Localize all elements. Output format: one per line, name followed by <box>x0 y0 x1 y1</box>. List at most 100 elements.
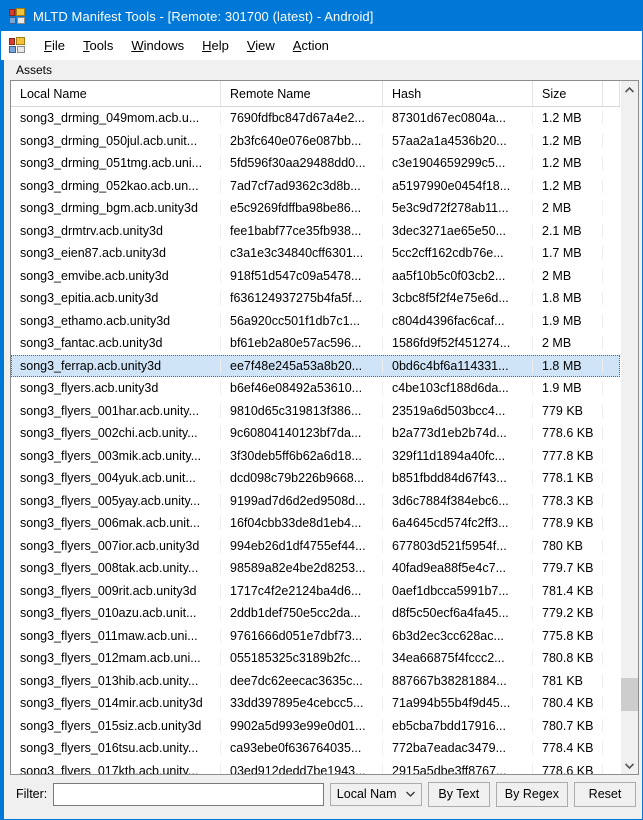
filter-label: Filter: <box>16 787 48 801</box>
cell-size: 780 KB <box>533 538 603 553</box>
filter-field-select[interactable]: Local Nam <box>329 782 422 806</box>
menu-item-tools[interactable]: Tools <box>74 34 122 57</box>
cell-remote-name: 3f30deb5ff6b62a6d18... <box>221 448 383 463</box>
cell-hash: 23519a6d503bcc4... <box>383 403 533 418</box>
cell-local-name: song3_flyers_009rit.acb.unity3d <box>11 583 221 598</box>
table-row[interactable]: song3_flyers_014mir.acb.unity3d 33dd39789… <box>11 692 620 715</box>
table-row[interactable]: song3_flyers_013hib.acb.unity... dee7dc62… <box>11 670 620 693</box>
listview-rows: song3_drming_049mom.acb.u... 7690fdfbc847… <box>11 107 620 774</box>
cell-remote-name: 98589a82e4be2d8253... <box>221 561 383 576</box>
cell-remote-name: bf61eb2a80e57ac596... <box>221 336 383 351</box>
table-row[interactable]: song3_flyers_004yuk.acb.unit... dcd098c79… <box>11 467 620 490</box>
cell-local-name: song3_drming_049mom.acb.u... <box>11 111 221 126</box>
cell-size: 779.2 KB <box>533 606 603 621</box>
cell-hash: 677803d521f5954f... <box>383 538 533 553</box>
cell-hash: eb5cba7bdd17916... <box>383 718 533 733</box>
by-regex-button[interactable]: By Regex <box>495 781 568 807</box>
table-row[interactable]: song3_flyers_010azu.acb.unit... 2ddb1def7… <box>11 602 620 625</box>
table-row[interactable]: song3_drmtrv.acb.unity3d fee1babf77ce35fb… <box>11 220 620 243</box>
cell-remote-name: 918f51d547c09a5478... <box>221 268 383 283</box>
table-row[interactable]: song3_flyers_002chi.acb.unity... 9c608041… <box>11 422 620 445</box>
table-row[interactable]: song3_eien87.acb.unity3d c3a1e3c34840cff6… <box>11 242 620 265</box>
table-row[interactable]: song3_flyers_017kth.acb.unity... 03ed912d… <box>11 760 620 774</box>
table-row[interactable]: song3_emvibe.acb.unity3d 918f51d547c09a54… <box>11 265 620 288</box>
cell-remote-name: 9199ad7d6d2ed9508d... <box>221 493 383 508</box>
cell-hash: 0aef1dbcca5991b7... <box>383 583 533 598</box>
table-row[interactable]: song3_flyers_012mam.acb.uni... 055185325c… <box>11 647 620 670</box>
cell-remote-name: fee1babf77ce35fb938... <box>221 223 383 238</box>
table-row[interactable]: song3_flyers_003mik.acb.unity... 3f30deb5… <box>11 445 620 468</box>
cell-size: 2.1 MB <box>533 223 603 238</box>
table-row[interactable]: song3_flyers_008tak.acb.unity... 98589a82… <box>11 557 620 580</box>
table-row[interactable]: song3_flyers_011maw.acb.uni... 9761666d05… <box>11 625 620 648</box>
menu-item-windows[interactable]: Windows <box>122 34 193 57</box>
scroll-down-arrow-icon[interactable] <box>621 757 638 774</box>
cell-hash: 887667b38281884... <box>383 673 533 688</box>
table-row[interactable]: song3_drming_051tmg.acb.uni... 5fd596f30a… <box>11 152 620 175</box>
title-bar[interactable]: MLTD Manifest Tools - [Remote: 301700 (l… <box>1 1 642 31</box>
scroll-up-arrow-icon[interactable] <box>621 81 638 98</box>
vertical-scrollbar[interactable] <box>620 81 638 774</box>
by-text-button[interactable]: By Text <box>427 781 490 807</box>
cell-hash: 2915a5dbe3ff8767... <box>383 763 533 774</box>
table-row[interactable]: song3_ferrap.acb.unity3d ee7f48e245a53a8b… <box>11 354 620 377</box>
cell-remote-name: 03ed912dedd7be1943... <box>221 763 383 774</box>
table-row[interactable]: song3_drming_050jul.acb.unit... 2b3fc640e… <box>11 130 620 153</box>
cell-size: 1.2 MB <box>533 156 603 171</box>
table-row[interactable]: song3_flyers_006mak.acb.unit... 16f04cbb3… <box>11 512 620 535</box>
cell-remote-name: dee7dc62eecac3635c... <box>221 673 383 688</box>
table-row[interactable]: song3_flyers_015siz.acb.unity3d 9902a5d99… <box>11 715 620 738</box>
cell-size: 777.8 KB <box>533 448 603 463</box>
reset-button[interactable]: Reset <box>574 781 636 807</box>
table-row[interactable]: song3_flyers.acb.unity3d b6ef46e08492a536… <box>11 377 620 400</box>
cell-remote-name: c3a1e3c34840cff6301... <box>221 246 383 261</box>
chevron-down-icon <box>405 789 415 799</box>
filter-bar: Filter: Local Nam By Text By Regex Reset <box>4 775 642 813</box>
scrollbar-thumb[interactable] <box>621 677 638 711</box>
menu-item-help-label: elp <box>211 37 229 53</box>
cell-local-name: song3_ethamo.acb.unity3d <box>11 313 221 328</box>
column-header-local-name[interactable]: Local Name <box>11 81 221 106</box>
cell-remote-name: 994eb26d1df4755ef44... <box>221 538 383 553</box>
table-row[interactable]: song3_drming_049mom.acb.u... 7690fdfbc847… <box>11 107 620 130</box>
menu-item-file[interactable]: File <box>35 34 74 57</box>
assets-listview[interactable]: Local Name Remote Name Hash Size song3_d… <box>10 80 639 775</box>
cell-local-name: song3_drming_bgm.acb.unity3d <box>11 201 221 216</box>
column-header-hash[interactable]: Hash <box>383 81 533 106</box>
cell-size: 778.9 KB <box>533 516 603 531</box>
cell-size: 775.8 KB <box>533 628 603 643</box>
table-row[interactable]: song3_flyers_005yay.acb.unity... 9199ad7d… <box>11 490 620 513</box>
cell-size: 779.7 KB <box>533 561 603 576</box>
filter-input[interactable] <box>53 782 324 806</box>
table-row[interactable]: song3_drming_052kao.acb.un... 7ad7cf7ad93… <box>11 175 620 198</box>
menu-item-help[interactable]: Help <box>193 34 238 57</box>
table-row[interactable]: song3_flyers_007ior.acb.unity3d 994eb26d1… <box>11 535 620 558</box>
cell-size: 1.2 MB <box>533 111 603 126</box>
menu-item-action[interactable]: Action <box>284 34 338 57</box>
table-row[interactable]: song3_flyers_001har.acb.unity... 9810d65c… <box>11 400 620 423</box>
scrollbar-track[interactable] <box>621 98 638 757</box>
cell-local-name: song3_flyers_014mir.acb.unity3d <box>11 696 221 711</box>
cell-remote-name: 7690fdfbc847d67a4e2... <box>221 111 383 126</box>
cell-remote-name: 2ddb1def750e5cc2da... <box>221 606 383 621</box>
table-row[interactable]: song3_flyers_016tsu.acb.unity... ca93ebe0… <box>11 737 620 760</box>
table-row[interactable]: song3_epitia.acb.unity3d f636124937275b4f… <box>11 287 620 310</box>
table-row[interactable]: song3_fantac.acb.unity3d bf61eb2a80e57ac5… <box>11 332 620 355</box>
column-header-remote-name[interactable]: Remote Name <box>221 81 383 106</box>
cell-local-name: song3_flyers_013hib.acb.unity... <box>11 673 221 688</box>
cell-local-name: song3_flyers_010azu.acb.unit... <box>11 606 221 621</box>
menu-item-tools-label: ools <box>89 37 114 53</box>
table-row[interactable]: song3_ethamo.acb.unity3d 56a920cc501f1db7… <box>11 310 620 333</box>
cell-hash: c3e1904659299c5... <box>383 156 533 171</box>
table-row[interactable]: song3_flyers_009rit.acb.unity3d 1717c4f2e… <box>11 580 620 603</box>
cell-local-name: song3_flyers_015siz.acb.unity3d <box>11 718 221 733</box>
table-row[interactable]: song3_drming_bgm.acb.unity3d e5c9269fdffb… <box>11 197 620 220</box>
cell-hash: 6a4645cd574fc2ff3... <box>383 516 533 531</box>
cell-size: 778.3 KB <box>533 493 603 508</box>
cell-hash: 87301d67ec0804a... <box>383 111 533 126</box>
cell-remote-name: f636124937275b4fa5f... <box>221 291 383 306</box>
column-header-size[interactable]: Size <box>533 81 603 106</box>
cell-hash: 3d6c7884f384ebc6... <box>383 493 533 508</box>
cell-size: 778.1 KB <box>533 471 603 486</box>
menu-item-view[interactable]: View <box>238 34 284 57</box>
